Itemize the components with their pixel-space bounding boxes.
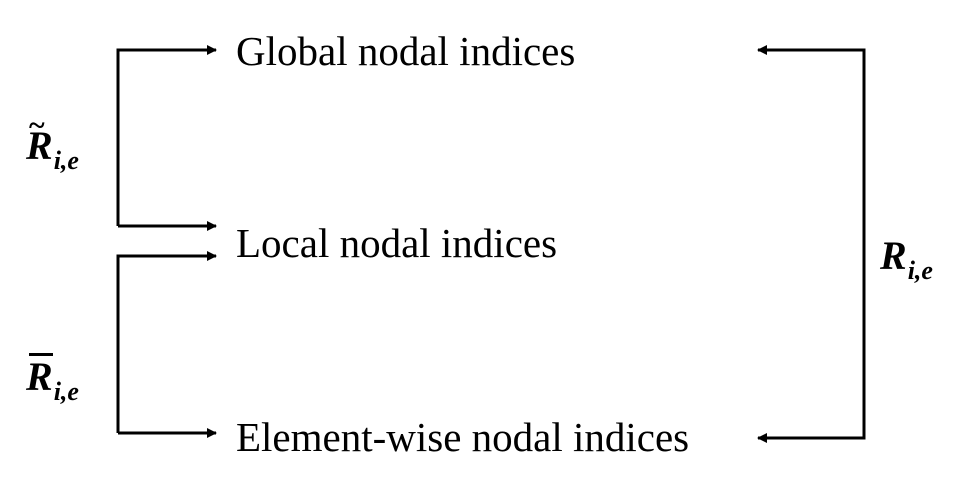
diagram-canvas: Global nodal indices Local nodal indices… <box>0 0 964 490</box>
plain-r-letter: R <box>880 233 907 278</box>
plain-r-operator-label: R i,e <box>880 236 933 284</box>
tilde-r-to-global-arrow <box>116 45 217 226</box>
element-wise-nodal-indices-label: Element-wise nodal indices <box>236 414 690 460</box>
overbar-accent <box>29 353 53 356</box>
bar-r-to-local-arrow <box>116 251 217 433</box>
tilde-r-subscript: i,e <box>53 146 79 175</box>
tilde-r-connector <box>116 45 217 231</box>
bar-r-symbol: R <box>26 353 53 399</box>
tilde-r-symbol: ~ R <box>26 111 53 166</box>
plain-r-to-global-arrow <box>757 45 866 240</box>
plain-r-connector <box>757 45 866 443</box>
tilde-r-operator-label: ~ R i,e <box>26 111 79 174</box>
tilde-accent: ~ <box>29 109 45 142</box>
plain-r-symbol: R <box>880 236 907 276</box>
local-nodal-indices-label: Local nodal indices <box>236 220 558 266</box>
bar-r-operator-label: R i,e <box>26 353 79 405</box>
bar-r-letter: R <box>26 354 53 399</box>
bar-r-connector <box>116 251 217 438</box>
global-nodal-indices-label: Global nodal indices <box>236 28 576 74</box>
plain-r-subscript: i,e <box>907 256 933 285</box>
bar-r-subscript: i,e <box>53 377 79 406</box>
plain-r-to-element-arrow <box>757 240 866 443</box>
